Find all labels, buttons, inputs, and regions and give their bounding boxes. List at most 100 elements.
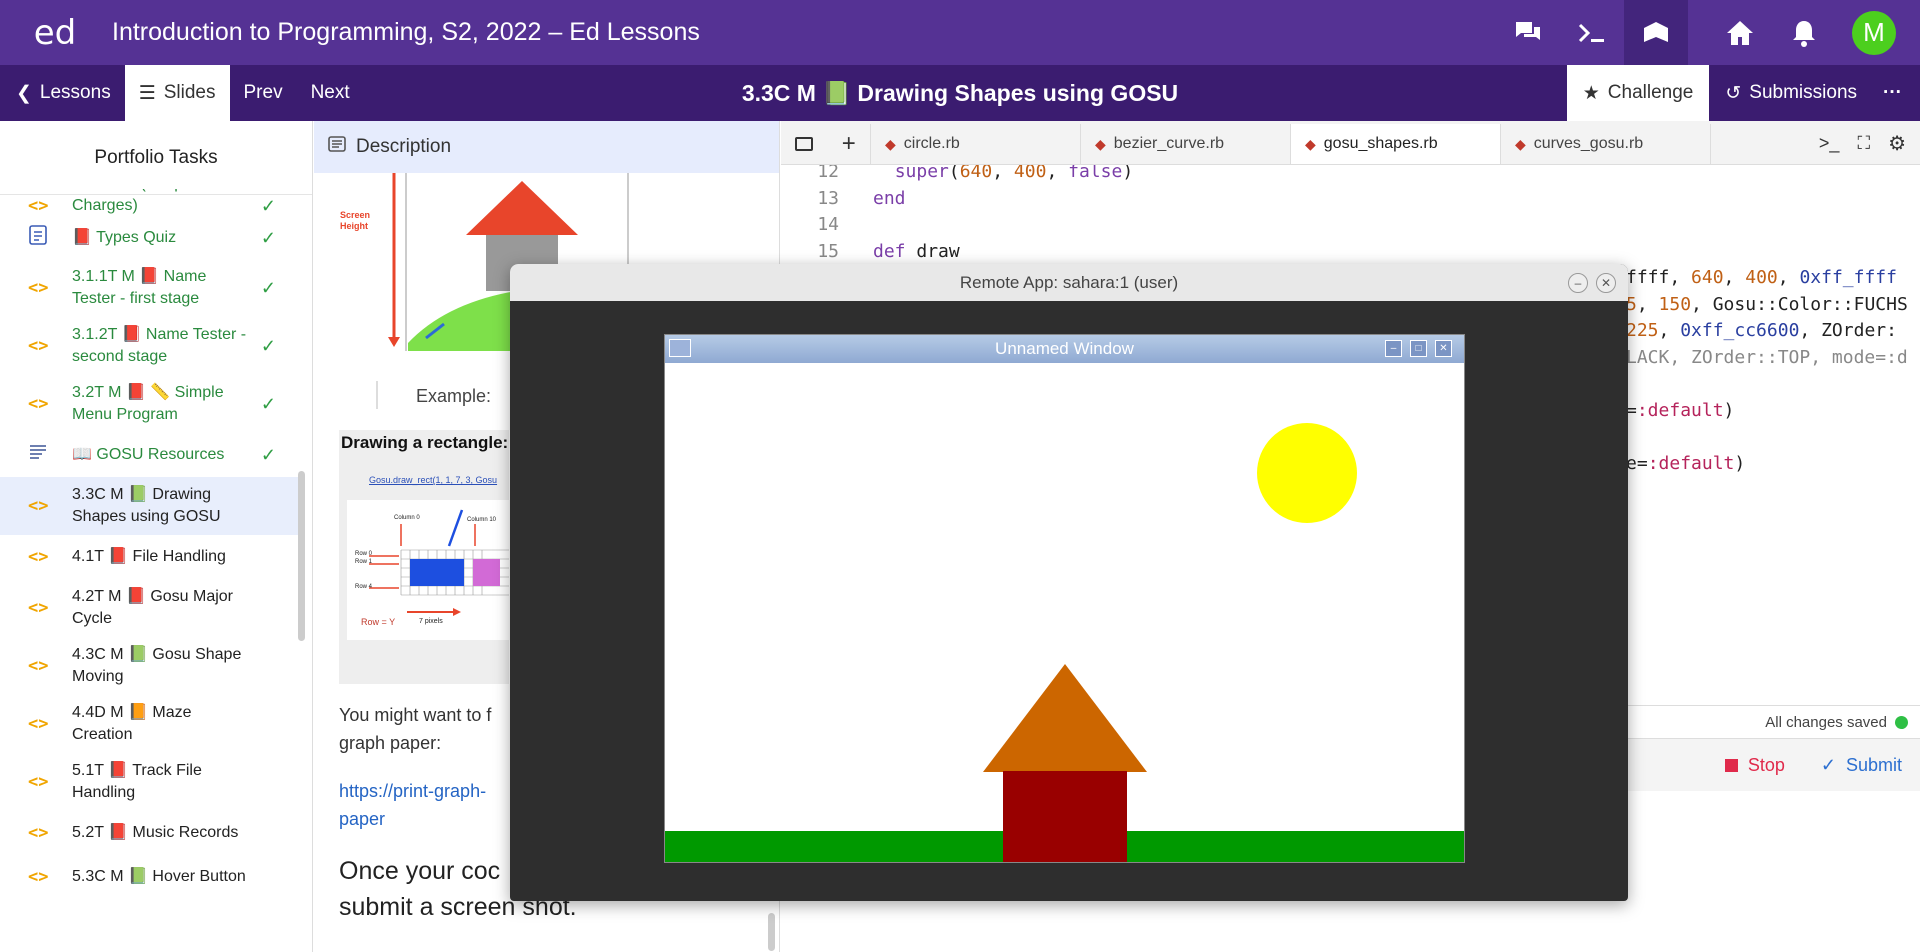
file-tabs: ◆ circle.rb ◆ bezier_curve.rb ◆ gosu_shapes.r… bbox=[871, 124, 1711, 164]
sidebar-item[interactable]: <> 3.3C M 📗 Drawing Shapes using GOSU bbox=[0, 477, 298, 535]
sidebar-item[interactable]: <> 5.2T 📕 Music Records bbox=[0, 811, 298, 855]
bell-icon[interactable] bbox=[1772, 0, 1836, 65]
sidebar-item-label: 5.3C M 📗 Hover Button bbox=[72, 868, 246, 885]
link-line-1[interactable]: https://print-graph- bbox=[339, 777, 486, 805]
sidebar-item-label: 5.1T 📕 Track File Handling bbox=[72, 762, 202, 801]
rectangle-figure: Drawing a rectangle: Gosu.draw_rect(1, 1… bbox=[339, 430, 509, 684]
avatar[interactable]: M bbox=[1852, 10, 1896, 55]
roof-shape bbox=[983, 664, 1147, 772]
sidebar-scrollbar[interactable] bbox=[298, 471, 305, 641]
top-icons: M bbox=[1496, 0, 1920, 65]
submit-label: Submit bbox=[1845, 754, 1902, 775]
submit-button[interactable]: ✓ Submit bbox=[1821, 755, 1902, 776]
example-divider bbox=[376, 381, 378, 409]
submissions-tab[interactable]: ↺ Submissions bbox=[1709, 65, 1873, 121]
close-icon[interactable]: ✕ bbox=[1596, 273, 1616, 293]
line-number: 12 bbox=[817, 165, 839, 182]
sidebar-item[interactable]: <> 4.3C M 📗 Gosu Shape Moving bbox=[0, 637, 298, 695]
code-icon: <> bbox=[28, 598, 49, 618]
check-icon: ✓ bbox=[260, 228, 276, 248]
link-line-2[interactable]: paper bbox=[339, 805, 486, 833]
sidebar-item-label: 3.1.2T 📕 Name Tester - second stage bbox=[72, 326, 247, 365]
gosu-canvas[interactable] bbox=[665, 363, 1464, 862]
terminal-icon[interactable] bbox=[1560, 0, 1624, 65]
remote-app-window[interactable]: Remote App: sahara:1 (user) – ✕ Unnamed … bbox=[510, 264, 1628, 901]
code-icon: <> bbox=[28, 867, 49, 887]
window-menu-icon[interactable] bbox=[669, 339, 691, 357]
grass-shape bbox=[665, 831, 1003, 862]
gosu-minimize-icon[interactable]: – bbox=[1385, 340, 1402, 357]
lesson-toolbar: ❮ Lessons ☰ Slides Prev Next 3.3C M 📗 Dr… bbox=[0, 65, 1920, 121]
lessons-label: Lessons bbox=[39, 82, 111, 103]
sidebar-item[interactable]: 📕 Types Quiz ✓ bbox=[0, 217, 298, 259]
description-scrollbar[interactable] bbox=[768, 913, 775, 951]
minimize-icon[interactable]: – bbox=[1568, 273, 1588, 293]
screen-height-label: Screen Height bbox=[340, 210, 371, 231]
file-tab-label: gosu_shapes.rb bbox=[1323, 135, 1438, 152]
sidebar-item[interactable]: 📖 GOSU Resources ✓ bbox=[0, 433, 298, 477]
gosu-titlebar[interactable]: Unnamed Window – □ ✕ bbox=[665, 335, 1464, 363]
discussion-icon[interactable] bbox=[1496, 0, 1560, 65]
stop-button[interactable]: Stop bbox=[1724, 754, 1785, 776]
home-icon[interactable] bbox=[1708, 0, 1772, 65]
description-header: Description bbox=[314, 121, 779, 173]
file-tab[interactable]: ◆ gosu_shapes.rb bbox=[1291, 124, 1501, 164]
gosu-close-icon[interactable]: ✕ bbox=[1435, 340, 1452, 357]
sidebar-item-label: 5.2T 📕 Music Records bbox=[72, 824, 239, 841]
code-line: def draw bbox=[873, 240, 960, 262]
sidebar-item[interactable]: <> 5.1T 📕 Track File Handling bbox=[0, 753, 298, 811]
sidebar-item[interactable]: <> 3.1.2T 📕 Name Tester - second stage ✓ bbox=[0, 317, 298, 375]
chevron-left-icon: ❮ bbox=[16, 82, 32, 104]
sidebar-item[interactable]: <> 3.1.1T M 📕 Name Tester - first stage ✓ bbox=[0, 259, 298, 317]
add-tab-icon[interactable]: + bbox=[842, 130, 856, 158]
top-bar: ed Introduction to Programming, S2, 2022… bbox=[0, 0, 1920, 65]
col10-label: Column 10 bbox=[467, 517, 497, 523]
ruby-icon: ◆ bbox=[1515, 135, 1526, 152]
prev-button[interactable]: Prev bbox=[230, 65, 297, 121]
challenge-label: Challenge bbox=[1607, 82, 1694, 103]
sidebar-item[interactable]: <> 4.1T 📕 File Handling bbox=[0, 535, 298, 579]
run-terminal-icon[interactable]: >_ bbox=[1819, 133, 1840, 154]
file-tab[interactable]: ◆ bezier_curve.rb bbox=[1081, 124, 1291, 164]
sidebar-item[interactable]: <> 4.2T M 📕 Gosu Major Cycle bbox=[0, 579, 298, 637]
stop-label: Stop bbox=[1747, 754, 1785, 775]
more-button[interactable]: ··· bbox=[1873, 65, 1920, 121]
ed-logo[interactable]: ed bbox=[0, 13, 110, 53]
file-tab[interactable]: ◆ curves_gosu.rb bbox=[1501, 124, 1711, 164]
sidebar-item-label: 3.1.1T M 📕 Name Tester - first stage bbox=[72, 268, 207, 307]
status-dot-icon bbox=[1895, 715, 1908, 729]
sidebar-item[interactable]: <> 5.3C M 📗 Hover Button bbox=[0, 855, 298, 899]
graph-paper-line-1: You might want to f bbox=[339, 705, 492, 725]
remote-titlebar[interactable]: Remote App: sahara:1 (user) – ✕ bbox=[510, 264, 1628, 301]
lessons-button[interactable]: ❮ Lessons bbox=[0, 65, 125, 121]
lessons-icon[interactable] bbox=[1624, 0, 1688, 65]
gosu-window[interactable]: Unnamed Window – □ ✕ bbox=[664, 334, 1465, 863]
challenge-tab[interactable]: ★ Challenge bbox=[1566, 65, 1710, 121]
slides-button[interactable]: ☰ Slides bbox=[124, 65, 230, 121]
row0-label: Row 0 bbox=[355, 551, 373, 557]
terminal-tab-icon[interactable] bbox=[795, 137, 814, 151]
code-fragment: 5, 150, Gosu::Color::FUCHS bbox=[1626, 293, 1908, 315]
settings-icon[interactable]: ⚙ bbox=[1888, 131, 1906, 156]
check-icon: ✓ bbox=[260, 278, 276, 298]
sidebar-list: <>functions (Hospital Charges)✓📕 Types Q… bbox=[0, 189, 298, 899]
gosu-maximize-icon[interactable]: □ bbox=[1410, 340, 1427, 357]
code-fragment: ffff, 640, 400, 0xff_ffff bbox=[1626, 267, 1897, 288]
submissions-label: Submissions bbox=[1749, 82, 1858, 103]
file-tab[interactable]: ◆ circle.rb bbox=[871, 124, 1081, 164]
next-button[interactable]: Next bbox=[297, 65, 364, 121]
code-fragment: e=:default) bbox=[1626, 452, 1746, 474]
code-line: end bbox=[873, 187, 906, 209]
graph-paper-link[interactable]: https://print-graph- paper bbox=[339, 777, 486, 833]
sidebar-item[interactable]: <> 3.2T M 📕 📏 Simple Menu Program ✓ bbox=[0, 375, 298, 433]
fullscreen-icon[interactable]: ⛶ bbox=[1857, 133, 1870, 154]
row1-label: Row 1 bbox=[355, 559, 373, 565]
sidebar-item[interactable]: <> 4.4D M 📙 Maze Creation bbox=[0, 695, 298, 753]
sidebar-item-label: 4.3C M 📗 Gosu Shape Moving bbox=[72, 646, 242, 685]
menu-icon: ☰ bbox=[138, 82, 156, 104]
list-item[interactable]: <> functions (Hospital Charges) ✓ bbox=[0, 189, 298, 217]
sidebar-heading: Portfolio Tasks bbox=[0, 121, 312, 195]
app-title: Introduction to Programming, S2, 2022 – … bbox=[112, 18, 700, 46]
pixels-label: 7 pixels bbox=[419, 618, 443, 625]
rect-code: Gosu.draw_rect(1, 1, 7, 3, Gosu bbox=[369, 475, 498, 485]
